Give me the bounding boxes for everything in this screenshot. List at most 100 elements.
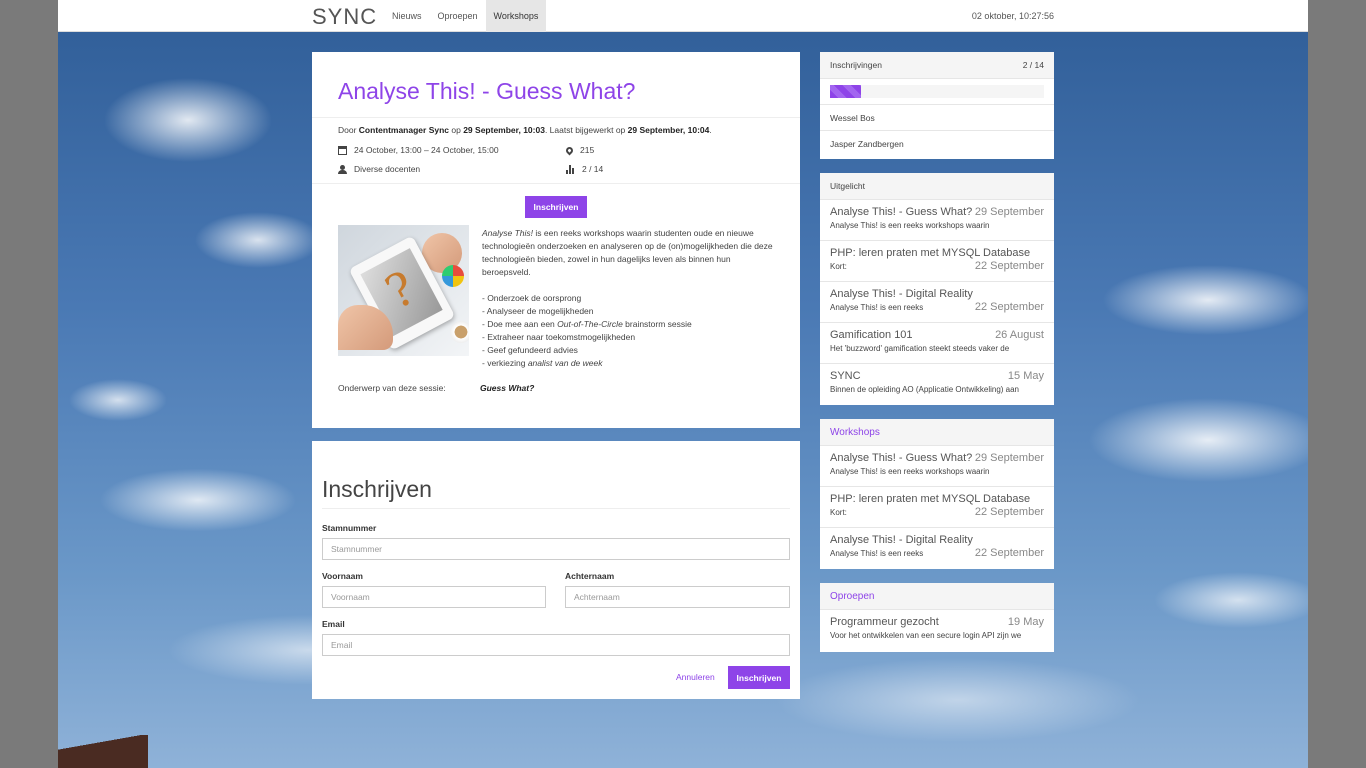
featured-item-date: 26 August <box>993 329 1044 341</box>
featured-item-title: PHP: leren praten met MYSQL Database <box>830 247 1031 259</box>
map-marker-icon <box>564 145 575 155</box>
featured-panel: Uitgelicht Analyse This! - Guess What? 2… <box>820 173 1054 405</box>
bullet-2: - Analyseer de mogelijkheden <box>482 306 594 316</box>
bullet-3-post: brainstorm sessie <box>622 319 692 329</box>
call-item-summary: Voor het ontwikkelen van een secure logi… <box>830 631 1022 640</box>
registrant-item: Jasper Zandbergen <box>830 139 904 149</box>
nav-item-workshops[interactable]: Workshops <box>485 0 547 32</box>
image-coffee-cup <box>450 321 469 343</box>
workshop-item-date: 22 September <box>972 547 1044 559</box>
calls-panel: Oproepen Programmeur gezocht 19 May Voor… <box>820 583 1054 652</box>
main-nav: Nieuws Oproepen Workshops <box>384 0 547 32</box>
workshop-item[interactable]: PHP: leren praten met MYSQL Database 22 … <box>820 487 1054 528</box>
featured-item[interactable]: PHP: leren praten met MYSQL Database 22 … <box>820 241 1054 282</box>
featured-item-date: 29 September <box>972 206 1044 218</box>
register-button-top[interactable]: Inschrijven <box>525 196 587 218</box>
top-navbar: SYNC Nieuws Oproepen Workshops 02 oktobe… <box>58 0 1308 32</box>
voornaam-input[interactable] <box>322 586 546 608</box>
bullet-1: - Onderzoek de oorsprong <box>482 293 582 303</box>
featured-item-title: Analyse This! - Digital Reality <box>830 288 973 300</box>
featured-item[interactable]: Analyse This! - Digital Reality 22 Septe… <box>820 282 1054 323</box>
workshop-item[interactable]: Analyse This! - Digital Reality 22 Septe… <box>820 528 1054 569</box>
call-item-date: 19 May <box>1005 616 1044 628</box>
workshop-item-date: 29 September <box>972 452 1044 464</box>
achternaam-input[interactable] <box>565 586 790 608</box>
subject-label: Onderwerp van deze sessie: <box>338 383 446 393</box>
submit-button[interactable]: Inschrijven <box>728 666 790 689</box>
workshops-panel: Workshops Analyse This! - Guess What? 29… <box>820 419 1054 569</box>
meta-updated-prefix: . Laatst bijgewerkt op <box>544 125 628 135</box>
stamnummer-input[interactable] <box>322 538 790 560</box>
workshop-item-date: 22 September <box>972 506 1044 518</box>
workshop-item-summary: Analyse This! is een reeks workshops waa… <box>830 467 990 476</box>
meta-updated: 29 September, 10:04 <box>627 125 710 135</box>
bullet-3-emphasis: Out-of-The-Circle <box>557 319 623 329</box>
featured-item[interactable]: SYNC 15 May Binnen de opleiding AO (Appl… <box>820 364 1054 405</box>
registrations-panel: Inschrijvingen 2 / 14 Wessel Bos Jasper … <box>820 52 1054 159</box>
bullet-3-pre: - Doe mee aan een <box>482 319 558 329</box>
registrant-item: Wessel Bos <box>820 105 1054 131</box>
divider <box>312 117 800 118</box>
nav-item-nieuws[interactable]: Nieuws <box>384 0 430 32</box>
registrations-progress-fill <box>830 85 861 98</box>
calls-header[interactable]: Oproepen <box>820 583 1054 610</box>
workshops-header[interactable]: Workshops <box>820 419 1054 446</box>
voornaam-label: Voornaam <box>322 571 363 581</box>
meta-teachers: Diverse docenten <box>354 164 421 174</box>
workshop-item[interactable]: Analyse This! - Guess What? 29 September… <box>820 446 1054 487</box>
email-label: Email <box>322 619 345 629</box>
divider <box>322 508 790 509</box>
meta-location: 215 <box>580 145 595 155</box>
meta-capacity-row: 2 / 14 <box>566 164 603 174</box>
call-item[interactable]: Programmeur gezocht 19 May Voor het ontw… <box>820 610 1054 651</box>
clock: 02 oktober, 10:27:56 <box>971 11 1054 21</box>
workshop-item-title: PHP: leren praten met MYSQL Database <box>830 493 1031 505</box>
bar-chart-icon <box>566 164 575 174</box>
meta-date-range: 24 October, 13:00 – 24 October, 15:00 <box>354 145 499 155</box>
email-input[interactable] <box>322 634 790 656</box>
article-intro: Analyse This! is een reeks workshops waa… <box>482 227 774 279</box>
user-icon <box>338 164 347 174</box>
meta-capacity: 2 / 14 <box>582 164 604 174</box>
cancel-button[interactable]: Annuleren <box>676 672 715 682</box>
meta-author: Contentmanager Sync <box>358 125 450 135</box>
subject-value: Guess What? <box>480 383 535 393</box>
featured-item-summary: Het 'buzzword' gamification steekt steed… <box>830 344 1010 353</box>
form-title: Inschrijven <box>322 476 432 502</box>
featured-item[interactable]: Analyse This! - Guess What? 29 September… <box>820 200 1054 241</box>
bullet-6-pre: - verkiezing <box>482 358 528 368</box>
brand-logo[interactable]: SYNC <box>312 4 377 30</box>
registrations-header: Inschrijvingen 2 / 14 <box>820 52 1054 79</box>
bullet-3: - Doe mee aan een Out-of-The-Circle brai… <box>482 318 774 331</box>
article-meta: Door Contentmanager Sync op 29 September… <box>338 125 712 135</box>
meta-date-row: 24 October, 13:00 – 24 October, 15:00 <box>338 145 499 155</box>
divider <box>312 183 800 184</box>
meta-prefix: Door <box>338 125 359 135</box>
article-panel: Analyse This! - Guess What? Door Content… <box>312 52 800 428</box>
registrations-progress-row <box>820 79 1054 105</box>
featured-item-summary: Analyse This! is een reeks workshops waa… <box>830 221 990 230</box>
registrations-progress-bar <box>830 85 1044 98</box>
featured-item-date: 15 May <box>1005 370 1044 382</box>
nav-item-oproepen[interactable]: Oproepen <box>430 0 486 32</box>
image-pie-chart <box>442 265 464 287</box>
background-roof <box>58 735 148 768</box>
registrations-title: Inschrijvingen <box>830 60 882 70</box>
meta-created: 29 September, 10:03 <box>463 125 545 135</box>
achternaam-label: Achternaam <box>565 571 615 581</box>
stamnummer-label: Stamnummer <box>322 523 377 533</box>
intro-emphasis: Analyse This! <box>482 228 534 238</box>
featured-item-date: 22 September <box>972 301 1044 313</box>
bullet-6: - verkiezing analist van de week <box>482 357 774 370</box>
workshop-item-title: Analyse This! - Digital Reality <box>830 534 973 546</box>
article-image: ? <box>338 225 469 356</box>
bullet-6-emphasis: analist van de week <box>527 358 603 368</box>
meta-location-row: 215 <box>564 145 595 155</box>
registration-form: Inschrijven Stamnummer Voornaam Achterna… <box>312 441 800 699</box>
meta-suffix: . <box>709 125 712 135</box>
featured-header: Uitgelicht <box>820 173 1054 200</box>
bullet-4: - Extraheer naar toekomstmogelijkheden <box>482 332 636 342</box>
calendar-icon <box>338 145 347 155</box>
featured-item[interactable]: Gamification 101 26 August Het 'buzzword… <box>820 323 1054 364</box>
featured-item-summary: Binnen de opleiding AO (Applicatie Ontwi… <box>830 385 1020 394</box>
